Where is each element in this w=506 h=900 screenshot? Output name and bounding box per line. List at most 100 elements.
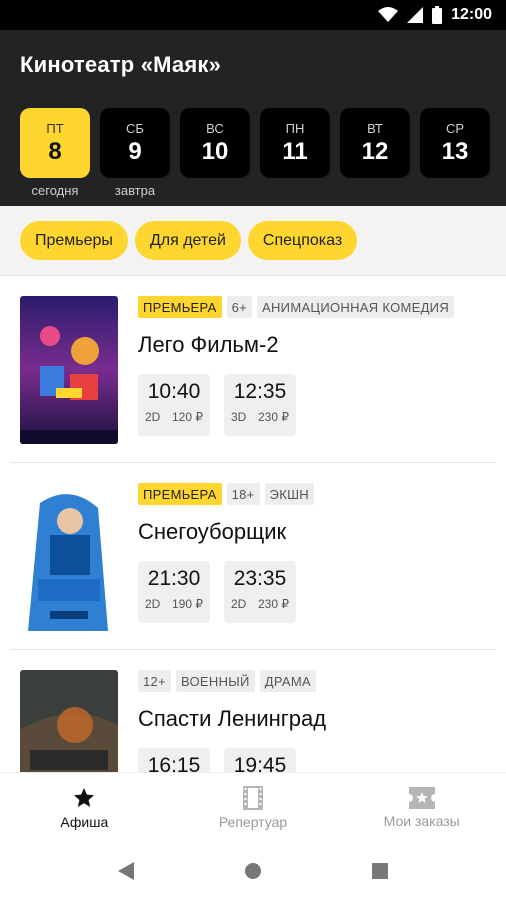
- day-caption: завтра: [114, 183, 156, 198]
- day-item[interactable]: ВТ 12: [340, 108, 410, 199]
- day-button[interactable]: ПН 11: [260, 108, 330, 178]
- session-format: 2D: [145, 597, 161, 611]
- nav-label: Репертуар: [218, 813, 288, 830]
- tag-row: ПРЕМЬЕРА 18+ ЭКШН: [138, 483, 486, 505]
- page-title: Кинотеатр «Маяк»: [20, 52, 222, 77]
- session-list: 16:15 19:45: [138, 748, 486, 772]
- genre-tag: АНИМАЦИОННАЯ КОМЕДИЯ: [257, 296, 455, 318]
- day-button[interactable]: ПТ 8: [20, 108, 90, 178]
- movie-title[interactable]: Лего Фильм-2: [138, 332, 486, 358]
- filter-chip-kids[interactable]: Для детей: [134, 221, 241, 260]
- day-number: 8: [48, 137, 62, 165]
- bottom-navigation: Афиша Репертуар Мои заказы: [0, 772, 506, 842]
- movie-poster[interactable]: [20, 296, 118, 444]
- day-of-week: ПН: [285, 120, 305, 136]
- wifi-icon: [378, 7, 399, 22]
- genre-tag: ВОЕННЫЙ: [175, 670, 255, 692]
- session-button[interactable]: 12:35 3D 230 ₽: [224, 374, 296, 436]
- genre-tag: ЭКШН: [264, 483, 314, 505]
- day-number: 12: [361, 137, 389, 165]
- session-button[interactable]: 19:45: [224, 748, 296, 772]
- age-rating-tag: 18+: [226, 483, 260, 505]
- session-button[interactable]: 16:15: [138, 748, 210, 772]
- movie-card[interactable]: ПРЕМЬЕРА 18+ ЭКШН Снегоуборщик 21:30 2D 1…: [10, 463, 496, 650]
- session-format: 3D: [231, 410, 247, 424]
- filter-chip-premieres[interactable]: Премьеры: [20, 221, 128, 260]
- age-rating-tag: 12+: [138, 670, 171, 692]
- day-of-week: СР: [445, 120, 465, 136]
- age-rating-tag: 6+: [226, 296, 253, 318]
- movie-info: ПРЕМЬЕРА 6+ АНИМАЦИОННАЯ КОМЕДИЯ Лего Фи…: [138, 296, 486, 436]
- day-item[interactable]: СБ 9 завтра: [100, 108, 170, 199]
- session-time: 16:15: [147, 754, 201, 772]
- session-list: 21:30 2D 190 ₽ 23:35 2D 230 ₽: [138, 561, 486, 623]
- filter-bar: Премьеры Для детей Спецпоказ: [0, 206, 506, 276]
- day-number: 10: [201, 137, 229, 165]
- day-item[interactable]: ПН 11: [260, 108, 330, 199]
- header: Кинотеатр «Маяк» ПТ 8 сегодня СБ 9 завтр…: [0, 30, 506, 206]
- home-icon[interactable]: [244, 862, 262, 880]
- session-price: 190 ₽: [172, 597, 203, 611]
- day-item[interactable]: СР 13: [420, 108, 490, 199]
- session-time: 23:35: [233, 567, 287, 590]
- nav-item-repertoire[interactable]: Репертуар: [169, 773, 338, 842]
- session-format: 2D: [231, 597, 247, 611]
- day-item[interactable]: ПТ 8 сегодня: [20, 108, 90, 199]
- back-icon[interactable]: [118, 862, 134, 880]
- session-time: 10:40: [147, 380, 201, 403]
- session-button[interactable]: 10:40 2D 120 ₽: [138, 374, 210, 436]
- movie-card[interactable]: ПРЕМЬЕРА 6+ АНИМАЦИОННАЯ КОМЕДИЯ Лего Фи…: [10, 276, 496, 463]
- session-button[interactable]: 21:30 2D 190 ₽: [138, 561, 210, 623]
- filter-chip-special[interactable]: Спецпоказ: [247, 221, 358, 260]
- ticket-icon: [408, 786, 435, 809]
- session-format: 2D: [145, 410, 161, 424]
- day-of-week: СБ: [126, 120, 144, 136]
- session-price: 230 ₽: [258, 597, 289, 611]
- status-bar: 12:00: [0, 0, 506, 30]
- system-navigation-bar: [0, 842, 506, 900]
- movie-poster[interactable]: [20, 483, 118, 631]
- genre-tag: ДРАМА: [259, 670, 316, 692]
- movie-title[interactable]: Снегоуборщик: [138, 519, 486, 545]
- movie-info: 12+ ВОЕННЫЙ ДРАМА Спасти Ленинград 16:15…: [138, 670, 486, 772]
- premiere-tag: ПРЕМЬЕРА: [138, 483, 222, 505]
- day-button[interactable]: ВТ 12: [340, 108, 410, 178]
- session-list: 10:40 2D 120 ₽ 12:35 3D 230 ₽: [138, 374, 486, 436]
- session-price: 120 ₽: [172, 410, 203, 424]
- nav-label: Мои заказы: [383, 812, 460, 829]
- session-time: 12:35: [233, 380, 287, 403]
- session-time: 19:45: [233, 754, 287, 772]
- day-button[interactable]: СР 13: [420, 108, 490, 178]
- day-number: 9: [128, 137, 142, 165]
- session-button[interactable]: 23:35 2D 230 ₽: [224, 561, 296, 623]
- tag-row: 12+ ВОЕННЫЙ ДРАМА: [138, 670, 486, 692]
- film-icon: [243, 785, 263, 810]
- recents-icon[interactable]: [372, 863, 388, 879]
- day-number: 11: [282, 137, 308, 165]
- star-icon: [74, 787, 95, 807]
- nav-item-orders[interactable]: Мои заказы: [337, 773, 506, 842]
- day-of-week: ПТ: [46, 120, 64, 136]
- movie-poster[interactable]: [20, 670, 118, 772]
- battery-icon: [432, 6, 443, 24]
- day-item[interactable]: ВС 10: [180, 108, 250, 199]
- session-time: 21:30: [147, 567, 201, 590]
- date-selector: ПТ 8 сегодня СБ 9 завтра ВС 10 ПН 11 ВТ …: [20, 108, 490, 199]
- movie-info: ПРЕМЬЕРА 18+ ЭКШН Снегоуборщик 21:30 2D 1…: [138, 483, 486, 623]
- day-button[interactable]: СБ 9: [100, 108, 170, 178]
- day-of-week: ВС: [206, 120, 224, 136]
- premiere-tag: ПРЕМЬЕРА: [138, 296, 222, 318]
- nav-label: Афиша: [60, 813, 109, 830]
- day-number: 13: [441, 137, 469, 165]
- clock: 12:00: [451, 6, 492, 23]
- signal-icon: [407, 7, 424, 23]
- nav-item-afisha[interactable]: Афиша: [0, 773, 169, 842]
- movie-title[interactable]: Спасти Ленинград: [138, 706, 486, 732]
- day-button[interactable]: ВС 10: [180, 108, 250, 178]
- movie-card[interactable]: 12+ ВОЕННЫЙ ДРАМА Спасти Ленинград 16:15…: [10, 650, 496, 772]
- session-price: 230 ₽: [258, 410, 289, 424]
- day-of-week: ВТ: [367, 120, 383, 136]
- movie-list[interactable]: ПРЕМЬЕРА 6+ АНИМАЦИОННАЯ КОМЕДИЯ Лего Фи…: [0, 276, 506, 772]
- tag-row: ПРЕМЬЕРА 6+ АНИМАЦИОННАЯ КОМЕДИЯ: [138, 296, 486, 318]
- day-caption: сегодня: [31, 183, 79, 198]
